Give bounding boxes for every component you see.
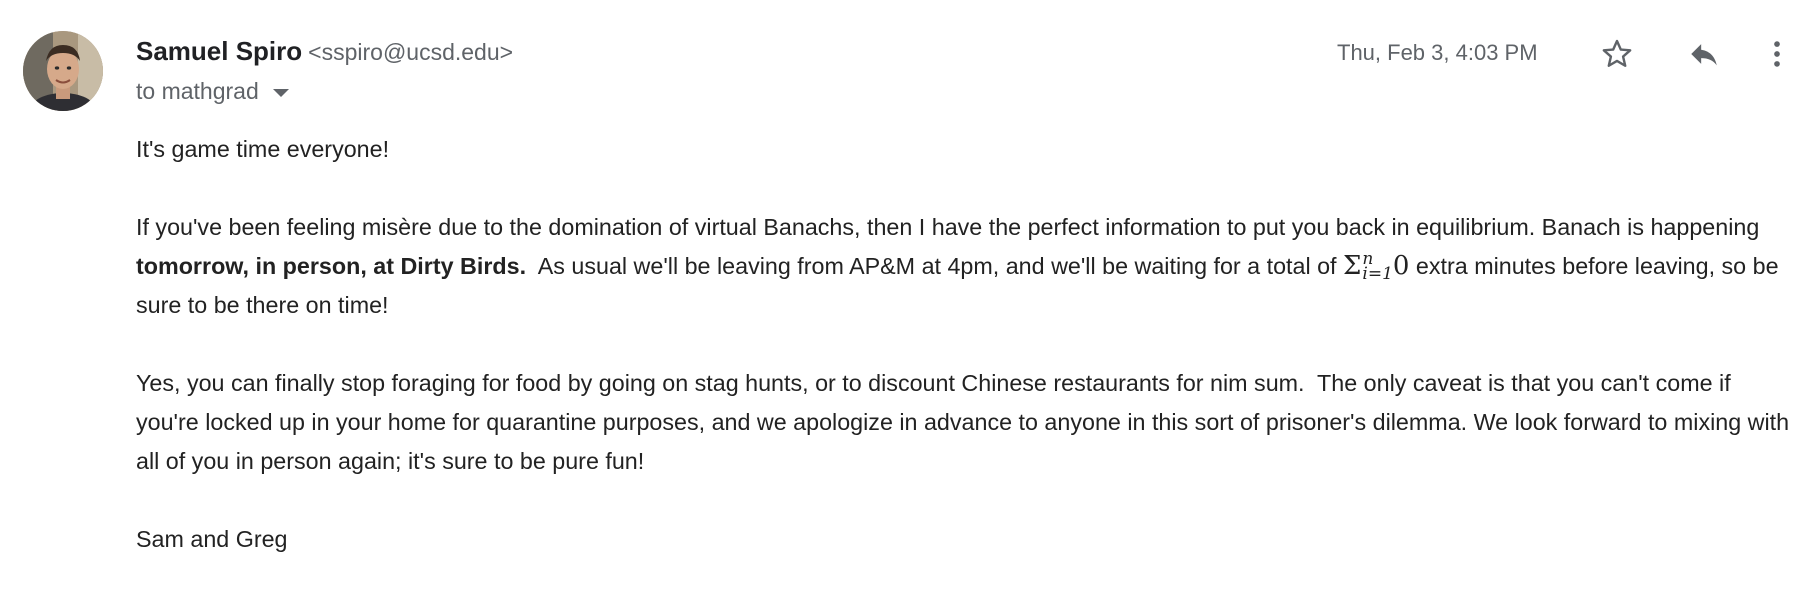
sum-lower: i=1	[1362, 264, 1393, 284]
more-vertical-icon	[1774, 41, 1780, 67]
details-text-2: As usual we'll be leaving from AP&M at 4…	[526, 253, 1344, 279]
message-date: Thu, Feb 3, 4:03 PM	[1337, 40, 1538, 65]
sender-email[interactable]: <sspiro@ucsd.edu>	[308, 39, 513, 65]
body-paragraph-details: If you've been feeling misère due to the…	[136, 208, 1796, 325]
recipients-label: to mathgrad	[136, 78, 259, 104]
details-location-bold: tomorrow, in person, at Dirty Birds.	[136, 253, 527, 279]
caret-down-icon[interactable]	[272, 88, 289, 97]
sum-limits: n i=1	[1362, 251, 1393, 284]
sender-avatar[interactable]	[23, 31, 103, 111]
reply-icon	[1691, 44, 1717, 66]
star-button[interactable]	[1595, 32, 1639, 76]
details-text-1: If you've been feeling misère due to the…	[136, 214, 1760, 240]
body-paragraph-food: Yes, you can finally stop foraging for f…	[136, 370, 1796, 474]
signature: Sam and Greg	[136, 526, 288, 552]
more-options-button[interactable]	[1755, 32, 1799, 76]
sender-line: Samuel Spiro <sspiro@ucsd.edu>	[136, 36, 513, 71]
recipients-line[interactable]: to mathgrad	[136, 76, 289, 106]
avatar-photo	[23, 31, 103, 111]
sender-name[interactable]: Samuel Spiro	[136, 36, 302, 66]
reply-button[interactable]	[1682, 32, 1726, 76]
sum-term: 0	[1392, 251, 1410, 281]
body-paragraph-greeting: It's game time everyone!	[136, 136, 390, 162]
sum-formula: Σn i=1 0	[1343, 251, 1410, 284]
star-outline-icon	[1602, 39, 1632, 67]
sum-sigma: Σ	[1343, 251, 1362, 281]
message-body: It's game time everyone! If you've been …	[136, 130, 1796, 598]
message-header: Samuel Spiro <sspiro@ucsd.edu> to mathgra…	[136, 30, 1815, 110]
